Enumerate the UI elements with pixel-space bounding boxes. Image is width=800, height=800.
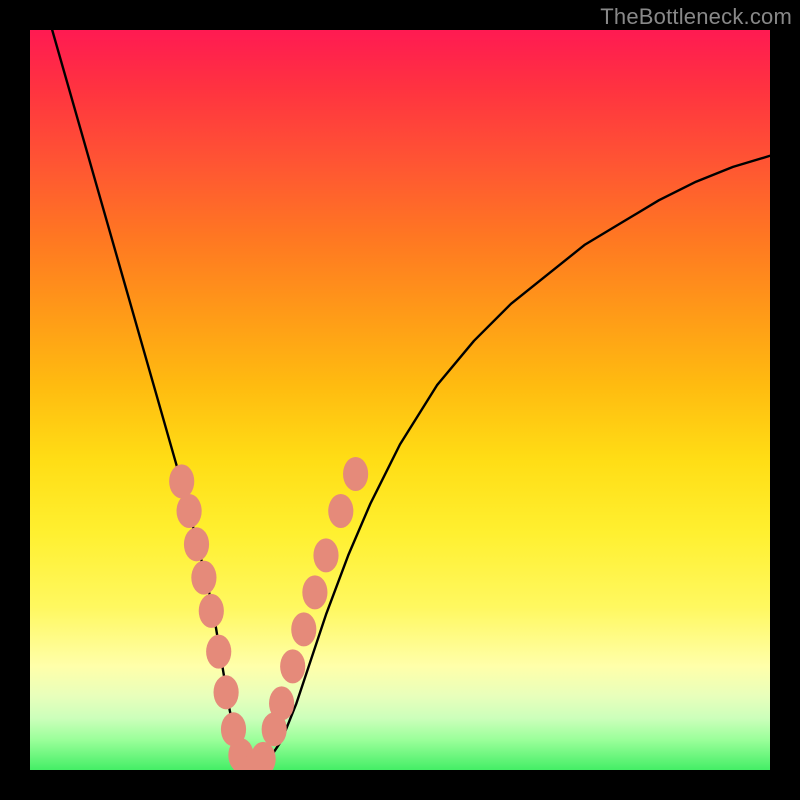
dot [302, 575, 327, 609]
dot [191, 561, 216, 595]
plot-area [30, 30, 770, 770]
dot [313, 538, 338, 572]
dot [269, 686, 294, 720]
dot [214, 675, 239, 709]
dot [328, 494, 353, 528]
chart-frame: TheBottleneck.com [0, 0, 800, 800]
dot [291, 612, 316, 646]
dot [280, 649, 305, 683]
dot [184, 527, 209, 561]
dot [343, 457, 368, 491]
bottleneck-curve [52, 30, 770, 770]
dot [199, 594, 224, 628]
dot [251, 742, 276, 770]
sample-dots [169, 457, 368, 770]
dot [206, 635, 231, 669]
watermark-text: TheBottleneck.com [600, 4, 792, 30]
dot [169, 464, 194, 498]
chart-svg [30, 30, 770, 770]
dot [177, 494, 202, 528]
